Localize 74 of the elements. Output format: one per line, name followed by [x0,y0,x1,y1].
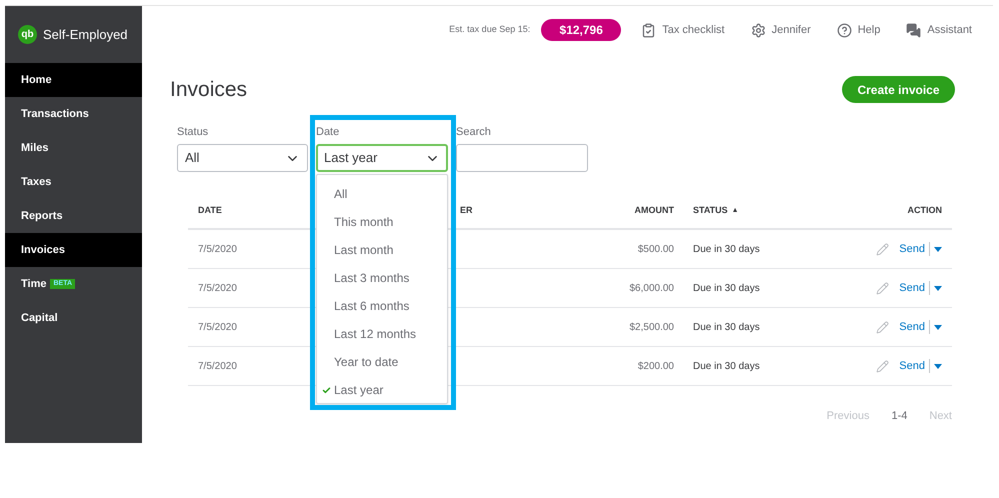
edit-icon[interactable] [876,320,890,334]
send-link[interactable]: Send [899,240,925,258]
table-cell: 7/5/2020 [198,322,237,332]
sidebar-item-label: Transactions [21,106,89,122]
send-link[interactable]: Send [899,358,925,374]
logo-icon: qb [18,25,37,44]
settings-icon [750,22,766,38]
dropdown-option[interactable]: This month [317,208,447,236]
help-icon [836,22,852,38]
table-cell: $200.00 [638,360,674,372]
table-cell: Due in 30 days [693,282,760,294]
dropdown-option[interactable]: All [317,180,447,208]
send-link[interactable]: Send [899,280,925,296]
check-icon [322,386,331,394]
page-title: Invoices [170,77,248,103]
column-header: ACTION [908,205,942,216]
date-select[interactable]: Last year [316,144,448,172]
column-header[interactable]: STATUS [693,204,728,218]
table-cell: 7/5/2020 [198,360,237,372]
header-link[interactable]: Help [836,22,880,38]
table-cell: Due in 30 days [693,244,760,254]
table-cell: 7/5/2020 [198,244,237,254]
edit-icon[interactable] [876,242,890,256]
date-label: Date [316,124,340,140]
caret-icon[interactable] [934,286,942,290]
dropdown-option[interactable]: Last 12 months [317,320,447,348]
dropdown-option[interactable]: Last 3 months [317,264,447,292]
caret-icon[interactable] [934,246,942,252]
app-name: Self-Employed [43,26,128,44]
send-link[interactable]: Send [899,318,925,336]
sidebar-item[interactable]: Invoices [5,233,142,267]
edit-icon[interactable] [876,360,890,372]
table-cell: Due in 30 days [693,322,760,332]
header-link[interactable]: Jennifer [750,22,811,38]
table-cell: $2,500.00 [630,322,674,332]
sidebar-item[interactable]: Home [5,63,142,97]
create-invoice-button[interactable]: Create invoice [842,76,955,104]
chat-icon [906,22,922,38]
dropdown-option[interactable]: Year to date [317,348,447,376]
header-link[interactable]: Assistant [906,22,972,38]
status-label: Status [177,124,210,140]
sidebar-item-label: Time [21,276,46,292]
status-select[interactable]: All [177,144,308,172]
dropdown-option[interactable]: Last month [317,236,447,264]
sidebar-item-label: Reports [21,208,63,224]
search-field[interactable] [456,144,588,172]
dropdown-option[interactable]: Last year [317,376,447,404]
sidebar-item-label: Miles [21,140,49,156]
column-header: DATE [198,204,223,218]
tax-due-label: Est. tax due Sep 15: [449,23,530,36]
sidebar-item[interactable]: Reports [5,199,142,233]
sidebar-item-label: Home [21,72,52,88]
table-cell: Due in 30 days [693,360,760,372]
dropdown-option[interactable]: Last 6 months [317,292,447,320]
search-label: Search [456,124,492,140]
column-header: ER [460,205,473,216]
sidebar-item[interactable]: Capital [5,301,142,335]
page-range: 1-4 [891,409,908,424]
sidebar-item[interactable]: Taxes [5,165,142,199]
caret-icon[interactable] [934,364,942,368]
edit-icon[interactable] [876,282,890,294]
table-cell: 7/5/2020 [198,282,237,294]
column-header[interactable]: AMOUNT [634,205,674,216]
caret-icon[interactable] [934,324,942,330]
sidebar-item-label: Invoices [21,242,66,258]
table-cell: $500.00 [638,244,674,254]
sidebar-item-label: Capital [21,310,58,326]
table-cell: $6,000.00 [630,282,674,294]
sidebar-item[interactable]: Transactions [5,97,142,131]
clipboard-icon [641,22,656,38]
sidebar-item[interactable]: Miles [5,131,142,165]
tax-amount-badge[interactable]: $12,796 [541,19,622,41]
header-link[interactable]: Tax checklist [641,22,725,38]
sidebar-item-label: Taxes [21,174,52,190]
